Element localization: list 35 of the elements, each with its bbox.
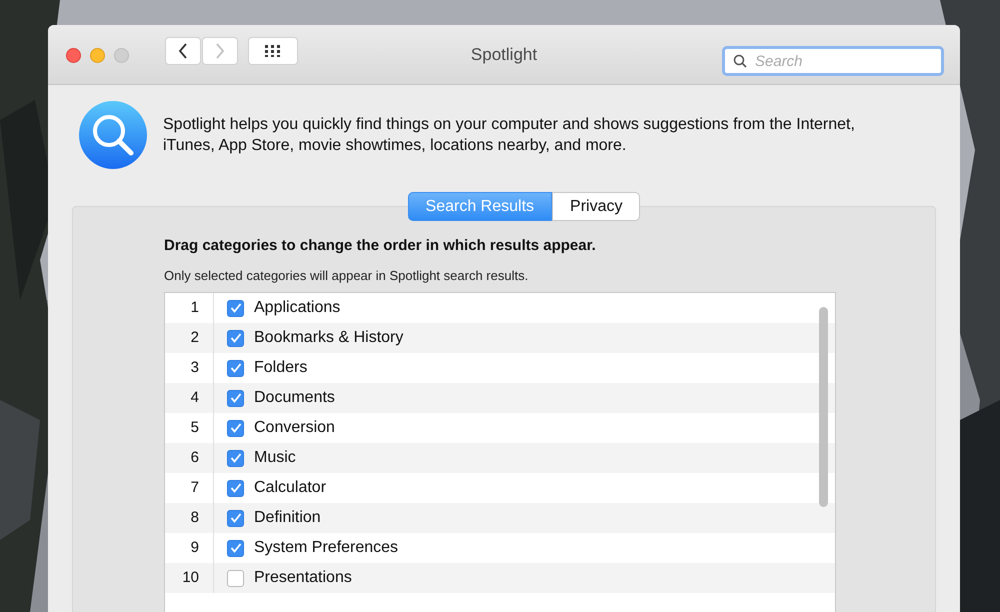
window-title: Spotlight [470,45,538,65]
close-button[interactable] [66,48,81,63]
category-label: Folders [254,359,308,377]
checkbox[interactable] [227,510,244,526]
category-label: Calculator [254,479,326,497]
checkbox[interactable] [227,420,244,436]
category-label: Conversion [254,419,335,437]
category-label: Applications [254,299,340,317]
show-all-button[interactable] [248,37,298,65]
search-field[interactable]: Search [722,46,944,76]
instruction-note: Only selected categories will appear in Spotlight search results. [164,268,530,283]
category-label: Documents [254,389,335,407]
chevron-left-icon [178,43,188,59]
category-label: Presentations [254,569,352,587]
chevron-right-icon [215,43,225,59]
checkbox[interactable] [227,300,244,316]
checkbox[interactable] [227,570,244,586]
category-label: Bookmarks & History [254,329,404,347]
category-label: Definition [254,509,321,527]
checkbox[interactable] [227,480,244,496]
checkbox[interactable] [227,450,244,466]
spotlight-icon [78,100,148,170]
row-number: 10 [165,563,214,593]
checkbox[interactable] [227,330,244,346]
checkbox[interactable] [227,390,244,406]
scroll-thumb[interactable] [819,307,828,507]
checkbox[interactable] [227,360,244,376]
grid-icon [265,45,281,57]
checkbox[interactable] [227,540,244,556]
category-label: Music [254,449,296,467]
category-label: System Preferences [254,539,398,557]
instruction-heading: Drag categories to change the order in which results appear. [164,237,597,254]
description-text: Spotlight helps you quickly find things on your computer and shows suggestions from the Internet, iTunes, App Store, movie showtimes, locations nearby, and more. [163,115,856,156]
tab[interactable]: Privacy [552,192,640,221]
back-button[interactable] [165,37,201,65]
